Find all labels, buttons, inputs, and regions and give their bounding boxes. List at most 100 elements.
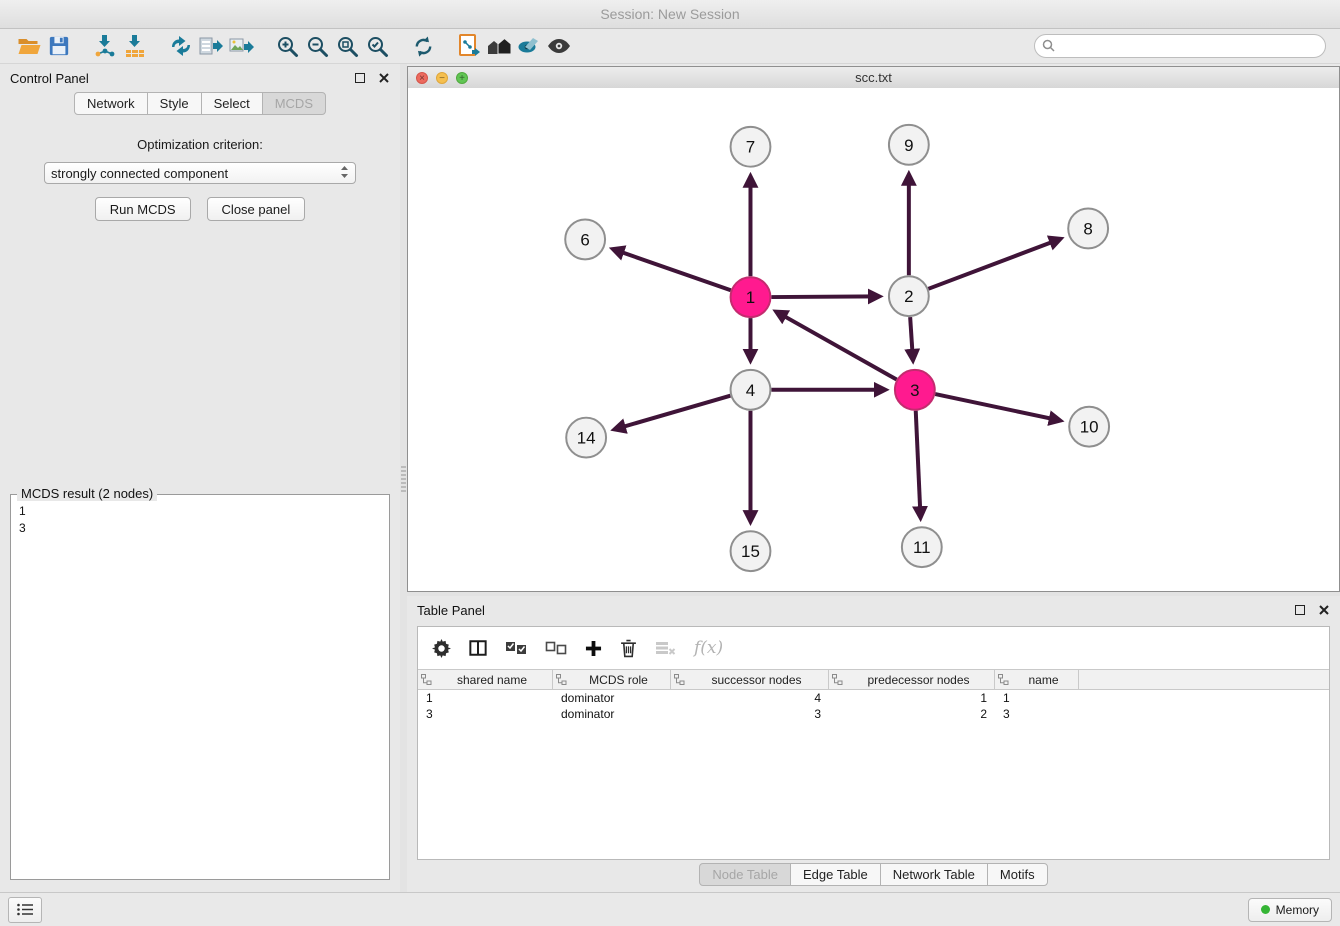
node-9[interactable]: 9: [889, 125, 929, 165]
node-7[interactable]: 7: [731, 127, 771, 167]
float-panel-icon[interactable]: [354, 72, 366, 84]
node-1[interactable]: 1: [731, 277, 771, 317]
edge-2-3[interactable]: [910, 317, 913, 360]
export-image-icon[interactable]: [226, 32, 256, 60]
float-table-panel-icon[interactable]: [1294, 604, 1306, 616]
select-arrows-icon: [340, 165, 349, 182]
column-header-successor-nodes[interactable]: successor nodes: [671, 670, 829, 689]
zoom-out-icon[interactable]: [302, 32, 332, 60]
optimization-label: Optimization criterion:: [0, 137, 400, 152]
import-table-icon[interactable]: [120, 32, 150, 60]
add-column-icon[interactable]: [585, 640, 602, 657]
gear-icon[interactable]: [432, 639, 451, 658]
edge-1-6[interactable]: [613, 249, 730, 290]
svg-text:11: 11: [913, 538, 931, 557]
node-8[interactable]: 8: [1068, 209, 1108, 249]
close-table-panel-icon[interactable]: [1318, 604, 1330, 616]
table-row[interactable]: 1dominator411: [418, 690, 1329, 706]
tab-mcds[interactable]: MCDS: [262, 92, 326, 115]
close-window-icon[interactable]: ×: [416, 72, 428, 84]
search-field-wrap: [1034, 34, 1326, 58]
edge-1-2[interactable]: [771, 296, 879, 297]
mcds-result-text: 1 3: [11, 495, 389, 537]
session-file-icon[interactable]: [454, 32, 484, 60]
vertical-splitter[interactable]: [400, 64, 407, 892]
run-mcds-button[interactable]: Run MCDS: [95, 197, 191, 221]
deselect-all-icon[interactable]: [545, 641, 567, 656]
mcds-result-title: MCDS result (2 nodes): [17, 486, 157, 501]
table-row[interactable]: 3dominator323: [418, 706, 1329, 722]
edge-3-11[interactable]: [916, 411, 921, 518]
node-2[interactable]: 2: [889, 276, 929, 316]
table-panel-header: Table Panel: [407, 596, 1340, 624]
edge-2-8[interactable]: [928, 239, 1060, 289]
node-4[interactable]: 4: [731, 370, 771, 410]
control-panel-title: Control Panel: [10, 71, 89, 86]
table-panel-title: Table Panel: [417, 603, 485, 618]
tab-select[interactable]: Select: [201, 92, 263, 115]
optimization-select[interactable]: strongly connected component: [44, 162, 356, 184]
zoom-fit-icon[interactable]: [332, 32, 362, 60]
table-tabs: Node TableEdge TableNetwork TableMotifs: [407, 863, 1340, 886]
node-15[interactable]: 15: [731, 531, 771, 571]
trash-icon[interactable]: [620, 639, 637, 658]
maximize-window-icon[interactable]: +: [456, 72, 468, 84]
import-network-icon[interactable]: [90, 32, 120, 60]
tab-network[interactable]: Network: [74, 92, 148, 115]
memory-button[interactable]: Memory: [1248, 898, 1332, 922]
control-panel-header: Control Panel: [0, 64, 400, 92]
svg-text:7: 7: [746, 138, 755, 157]
node-11[interactable]: 11: [902, 527, 942, 567]
edge-4-14[interactable]: [615, 396, 731, 430]
node-table: f(x) shared nameMCDS rolesuccessor nodes…: [417, 626, 1330, 860]
memory-status-icon: [1261, 905, 1270, 914]
zoom-in-icon[interactable]: [272, 32, 302, 60]
table-tab-network-table[interactable]: Network Table: [880, 863, 988, 886]
node-6[interactable]: 6: [565, 219, 605, 259]
new-network-icon[interactable]: [166, 32, 196, 60]
zoom-selected-icon[interactable]: [362, 32, 392, 60]
search-input[interactable]: [1034, 34, 1326, 58]
column-header-mcds-role[interactable]: MCDS role: [553, 670, 671, 689]
save-session-icon[interactable]: [44, 32, 74, 60]
node-10[interactable]: 10: [1069, 407, 1109, 447]
svg-text:6: 6: [580, 230, 589, 249]
style-eye-icon[interactable]: [514, 32, 544, 60]
edge-3-1[interactable]: [776, 312, 896, 380]
network-window-title: scc.txt: [408, 70, 1339, 85]
memory-button-label: Memory: [1276, 903, 1319, 917]
select-all-icon[interactable]: [505, 641, 527, 656]
table-body: 1dominator4113dominator323: [418, 690, 1329, 722]
svg-text:8: 8: [1083, 219, 1092, 238]
home-icon[interactable]: [484, 32, 514, 60]
network-canvas[interactable]: 7 9 6 8 1 2 4 3 14 10 15 11: [408, 88, 1339, 591]
task-history-button[interactable]: [8, 897, 42, 923]
node-14[interactable]: 14: [566, 418, 606, 458]
column-header-predecessor-nodes[interactable]: predecessor nodes: [829, 670, 995, 689]
svg-text:10: 10: [1080, 418, 1099, 437]
export-table-icon[interactable]: [196, 32, 226, 60]
network-window: scc.txt × − + 7 9 6 8 1 2 4 3 14 10 15 11: [407, 66, 1340, 592]
node-3[interactable]: 3: [895, 370, 935, 410]
close-panel-icon[interactable]: [378, 72, 390, 84]
tab-style[interactable]: Style: [147, 92, 202, 115]
table-tab-edge-table[interactable]: Edge Table: [790, 863, 881, 886]
close-panel-button[interactable]: Close panel: [207, 197, 306, 221]
columns-icon[interactable]: [469, 639, 487, 657]
minimize-window-icon[interactable]: −: [436, 72, 448, 84]
column-header-shared-name[interactable]: shared name: [418, 670, 553, 689]
window-title: Session: New Session: [600, 6, 739, 22]
eye-icon[interactable]: [544, 32, 574, 60]
column-header-name[interactable]: name: [995, 670, 1079, 689]
table-tab-node-table[interactable]: Node Table: [699, 863, 791, 886]
svg-text:14: 14: [577, 429, 596, 448]
table-panel: Table Panel: [407, 596, 1340, 892]
open-session-icon[interactable]: [14, 32, 44, 60]
status-bar: Memory: [0, 892, 1340, 926]
edge-3-10[interactable]: [935, 394, 1060, 420]
svg-text:2: 2: [904, 287, 913, 306]
function-builder-icon[interactable]: f(x): [694, 638, 723, 658]
table-tab-motifs[interactable]: Motifs: [987, 863, 1048, 886]
delete-table-icon[interactable]: [655, 640, 676, 656]
refresh-icon[interactable]: [408, 32, 438, 60]
